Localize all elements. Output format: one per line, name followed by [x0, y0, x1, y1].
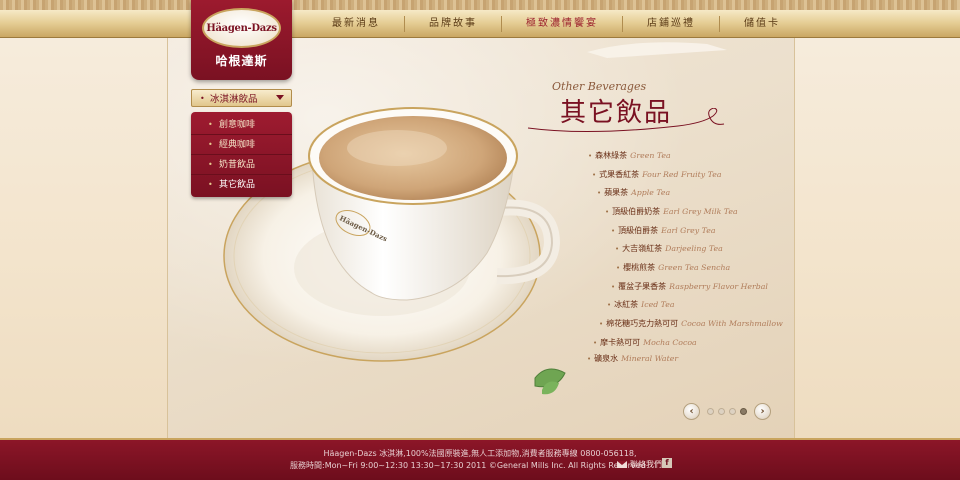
- facebook-icon[interactable]: f: [662, 458, 672, 468]
- beverage-item[interactable]: • 棉花糖巧克力熱可可 Cocoa With Marshmallow: [599, 318, 783, 329]
- beverage-item[interactable]: • 覆盆子果香茶 Raspberry Flavor Herbal: [611, 281, 768, 292]
- beverage-item[interactable]: • 式果香紅茶 Four Red Fruity Tea: [592, 169, 722, 180]
- pager-dot[interactable]: [740, 408, 747, 415]
- beverage-item[interactable]: • 森林綠茶 Green Tea: [588, 150, 671, 161]
- mail-icon: [617, 461, 627, 468]
- sidebar-item-milkshake[interactable]: • 奶昔飲品: [191, 155, 292, 175]
- brand-logo[interactable]: Häagen-Dazs 哈根達斯: [191, 0, 292, 80]
- sidebar-item-creative-coffee[interactable]: • 創意咖啡: [191, 115, 292, 135]
- beverage-item[interactable]: • 冰紅茶 Iced Tea: [607, 299, 675, 310]
- dropdown-arrow-icon: [276, 95, 284, 100]
- main-nav: 最新消息 品牌故事 極致濃情饗宴 店鋪巡禮 儲值卡: [308, 10, 804, 38]
- footer-hours-line: 服務時間:Mon~Fri 9:00~12:30 13:30~17:30 2011…: [290, 461, 646, 470]
- beverage-item[interactable]: • 摩卡熱可可 Mocha Cocoa: [593, 337, 697, 348]
- pager: ‹ ›: [683, 403, 771, 420]
- logo-text-cn: 哈根達斯: [215, 54, 268, 68]
- sidebar-item-other-beverages[interactable]: • 其它飲品: [191, 175, 292, 195]
- flourish-decoration: [528, 108, 725, 133]
- nav-item-feast[interactable]: 極致濃情饗宴: [501, 16, 622, 32]
- contact-label: 聯絡我們: [630, 460, 662, 469]
- sidebar-item-classic-coffee[interactable]: • 經典咖啡: [191, 135, 292, 155]
- nav-item-news[interactable]: 最新消息: [308, 16, 404, 32]
- dropdown-label: 冰淇淋飲品: [210, 94, 258, 105]
- contact-link[interactable]: 聯絡我們: [617, 459, 662, 470]
- beverage-item[interactable]: • 頂級伯爵茶 Earl Grey Tea: [611, 225, 716, 236]
- beverage-item[interactable]: • 頂級伯爵奶茶 Earl Grey Milk Tea: [605, 206, 738, 217]
- nav-item-stores[interactable]: 店鋪巡禮: [622, 16, 719, 32]
- pager-dot[interactable]: [729, 408, 736, 415]
- footer-info-line: Häagen-Dazs 冰淇淋,100%法國原裝進,無人工添加物,消費者服務專線…: [323, 449, 637, 458]
- nav-item-brand-story[interactable]: 品牌故事: [404, 16, 501, 32]
- chevron-left-icon[interactable]: ‹: [683, 403, 700, 420]
- footer: [0, 438, 960, 480]
- pager-dot[interactable]: [718, 408, 725, 415]
- beverage-item[interactable]: • 大吉嶺紅茶 Darjeeling Tea: [615, 243, 723, 254]
- chevron-right-icon[interactable]: ›: [754, 403, 771, 420]
- beverage-item[interactable]: • 礦泉水 Mineral Water: [587, 353, 678, 364]
- pager-dot[interactable]: [707, 408, 714, 415]
- pager-dots: [705, 408, 749, 415]
- logo-text-en: Häagen-Dazs: [206, 22, 277, 34]
- category-dropdown[interactable]: • 冰淇淋飲品: [191, 89, 292, 107]
- beverage-item[interactable]: • 蘋果茶 Apple Tea: [597, 187, 670, 198]
- sidebar-submenu: • 創意咖啡 • 經典咖啡 • 奶昔飲品 • 其它飲品: [191, 112, 292, 197]
- nav-item-gift-card[interactable]: 儲值卡: [719, 16, 804, 32]
- beverage-item[interactable]: • 櫻桃煎茶 Green Tea Sencha: [616, 262, 730, 273]
